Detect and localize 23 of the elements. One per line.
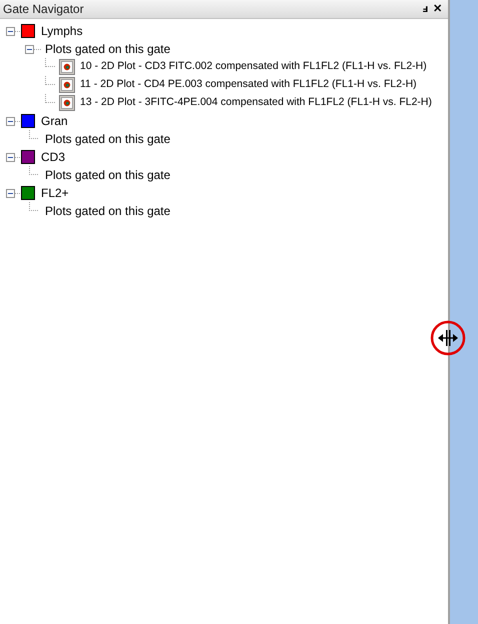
plots-node-label[interactable]: Plots gated on this gate [45, 202, 170, 220]
close-button[interactable]: ✕ [433, 4, 442, 14]
plot-icon [59, 59, 75, 75]
gate-name[interactable]: FL2+ [41, 184, 69, 202]
plots-node-label[interactable]: Plots gated on this gate [45, 40, 170, 58]
plot-label[interactable]: 11 - 2D Plot - CD4 PE.003 compensated with FL1FL2 (FL1-H vs. FL2-H) [80, 77, 417, 93]
plots-node-label[interactable]: Plots gated on this gate [45, 166, 170, 184]
panel-title: Gate Navigator [3, 1, 84, 18]
collapse-icon[interactable] [6, 116, 15, 126]
collapse-icon[interactable] [25, 44, 34, 54]
plot-label[interactable]: 13 - 2D Plot - 3FITC-4PE.004 compensated with FL1FL2 (FL1-H vs. FL2-H) [80, 95, 432, 111]
highlighted-resize-cursor-icon [430, 320, 466, 356]
plot-icon [59, 77, 75, 93]
plot-label[interactable]: 10 - 2D Plot - CD3 FITC.002 compensated with FL1FL2 (FL1-H vs. FL2-H) [80, 59, 427, 75]
pin-button[interactable]: ⅎ [422, 4, 428, 14]
plot-icon [59, 95, 75, 111]
gate-name[interactable]: CD3 [41, 148, 66, 166]
collapse-icon[interactable] [6, 26, 15, 36]
plots-node-label[interactable]: Plots gated on this gate [45, 130, 170, 148]
collapse-icon[interactable] [6, 188, 15, 198]
collapse-icon[interactable] [6, 152, 15, 162]
gate-name[interactable]: Lymphs [41, 22, 83, 40]
gate-name[interactable]: Gran [41, 112, 68, 130]
